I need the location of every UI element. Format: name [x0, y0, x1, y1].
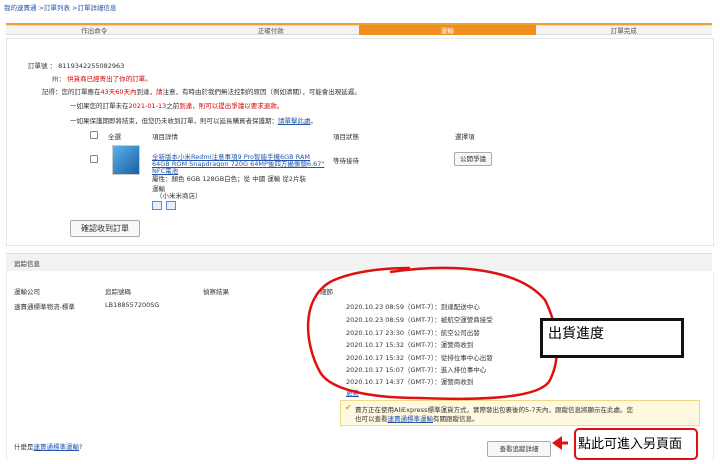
order-state-row: 州： 供貨商已經寄出了你的訂單。: [52, 73, 152, 83]
deadline-date: 2021-01-13: [128, 102, 167, 110]
item-status: 等待接待: [333, 157, 359, 165]
tracking-event: 2020.10.17 14:37（GMT-7）：運營商收到: [346, 378, 474, 386]
order-number-label: 訂單號 ：: [28, 62, 57, 70]
step-order-placed: 作出命令: [6, 25, 183, 35]
deadline-text: 一如果您的訂單未在: [70, 102, 129, 110]
select-all-label: 全選: [108, 133, 121, 141]
tracking-event: 2020.10.17 15:07（GMT-7）：進入排位事中心: [346, 366, 487, 374]
protection-text: 一如果保護期即將結束，但您仍未收到訂單，則可以延長購買者保護期：: [70, 117, 278, 125]
warning-icon: ✔: [345, 403, 352, 412]
footer-question-mark: ?: [79, 443, 83, 451]
protection-row: 一如果保護期即將結束，但您仍未收到訂單，則可以延長購買者保護期：請單擊此處。: [70, 115, 317, 125]
product-title-link[interactable]: 全新版本小米Redmi注意事項9 Pro智能手機6GB RAM 64GB ROM…: [152, 154, 328, 175]
footer-question: 什麼是: [14, 443, 34, 451]
breadcrumb[interactable]: 我的速賣通 >訂單列表 >訂單詳細信息: [4, 2, 117, 12]
product-thumbnail[interactable]: [112, 145, 140, 175]
order-progress-steps: 作出命令 正確付款 運輸 訂單完成: [6, 25, 712, 35]
tracking-event: 2020.10.17 15:32（GMT-7）：運營商收到: [346, 341, 474, 349]
step-shipping: 運輸: [359, 25, 536, 35]
dispute-deadline-row: 一如果您的訂單未在2021-01-13之前到達，則可以提出爭議以要求退款。: [70, 100, 283, 110]
what-is-standard-shipping: 什麼是速賣通標準運輸?: [14, 441, 82, 451]
note-time: 43天60天內: [100, 88, 137, 96]
note-text: 您的訂單應在: [61, 88, 101, 96]
extend-protection-link[interactable]: 請單擊此處: [278, 117, 311, 125]
step-complete: 訂單完成: [535, 25, 712, 35]
tracking-section-title: 追踪信息: [14, 260, 40, 268]
tracking-header: [6, 253, 712, 273]
snapshot-icon[interactable]: [166, 201, 176, 210]
tracking-event: 2020.10.23 08:59（GMT-7）：到達配送中心: [346, 303, 480, 311]
order-state-label: 州：: [52, 75, 65, 83]
view-tracking-details-button[interactable]: 查看追蹤詳細: [487, 441, 551, 457]
progress-annotation-label: 出貨進度: [548, 326, 604, 342]
product-attributes: 屬性：顏色 6GB 128GB白色；從 中國 運輸 從2片裝: [152, 175, 307, 183]
open-dispute-button[interactable]: 公開爭議: [454, 152, 492, 166]
protection-text: 。: [310, 117, 318, 125]
order-state-value: 供貨商已經寄出了你的訂單。: [67, 75, 152, 83]
image-icon[interactable]: [152, 201, 162, 210]
notice-text: 也可以查看: [355, 415, 388, 423]
store-name[interactable]: （小米米商店）: [156, 190, 202, 200]
note-text: 注意，有時由於我們無法控制的原因（例如清關），可能會出現延遲。: [162, 88, 361, 96]
note-text: 到達，: [136, 88, 157, 96]
click-annotation-label: 點此可進入另頁面: [578, 437, 683, 452]
col-company: 運輸公司: [14, 288, 40, 296]
order-number-value: 8119342255082963: [58, 62, 125, 70]
deadline-text: 之前: [166, 102, 180, 110]
item-checkbox[interactable]: [90, 155, 98, 163]
notice-text: 有關跟蹤信息。: [433, 415, 479, 423]
tracking-event: 2020.10.23 08:59（GMT-7）：被航空運營商接受: [346, 316, 493, 324]
step-payment: 正確付款: [182, 25, 359, 35]
select-all-checkbox[interactable]: [90, 131, 98, 139]
more-events-link[interactable]: 更新: [346, 387, 359, 397]
order-number-row: 訂單號 ： 8119342255082963: [28, 60, 124, 70]
col-result: 偵察結果: [203, 288, 229, 296]
confirm-receipt-button[interactable]: 確認收到訂單: [70, 220, 140, 237]
standard-shipping-link[interactable]: 速賣通標準運輸: [388, 415, 434, 423]
col-tracking-number: 追踪號碼: [105, 288, 131, 296]
col-item-details: 項目詳情: [152, 133, 178, 141]
standard-shipping-footer-link[interactable]: 速賣通標準運輸: [34, 443, 80, 451]
shipping-company: 速賣通標準物流-標準: [14, 303, 75, 311]
note-label: 記得：: [42, 88, 62, 96]
tracking-event: 2020.10.17 23:30（GMT-7）：航空公司出發: [346, 329, 480, 337]
col-option: 選擇項: [455, 133, 475, 141]
tracking-number: LB188557200SG: [105, 301, 160, 309]
col-details: 細節: [320, 288, 333, 296]
tracking-event: 2020.10.17 15:32（GMT-7）：從排位事中心出發: [346, 354, 493, 362]
notice-text-2-row: 也可以查看速賣通標準運輸有關跟蹤信息。: [355, 413, 479, 423]
col-item-status: 項目狀態: [333, 133, 359, 141]
order-note-row: 記得：您的訂單應在43天60天內到達，請注意，有時由於我們無法控制的原因（例如清…: [42, 86, 361, 96]
deadline-text: 到達，則可以提出爭議以要求退款。: [179, 102, 284, 110]
